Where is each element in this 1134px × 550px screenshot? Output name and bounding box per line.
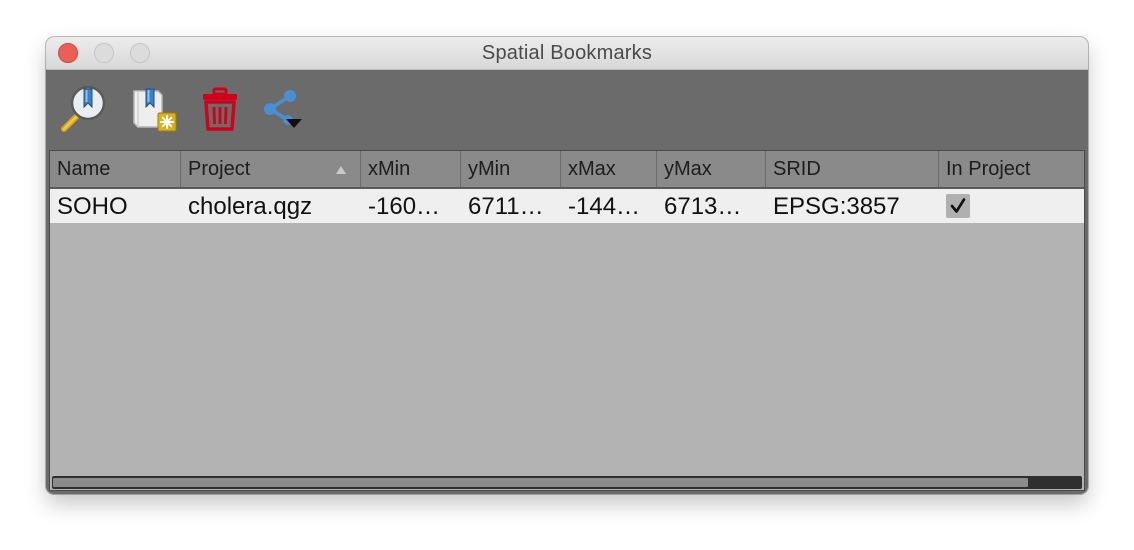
checkmark-icon [950,198,966,213]
column-header-xmin[interactable]: xMin [361,151,461,187]
delete-bookmark-button[interactable] [194,83,246,135]
column-header-xmax[interactable]: xMax [561,151,657,187]
scrollbar-thumb[interactable] [53,478,1028,487]
new-bookmark-icon [133,88,177,132]
column-header-ymax[interactable]: yMax [657,151,766,187]
cell-xmin: -160… [368,193,441,220]
column-header-name[interactable]: Name [50,151,181,187]
column-header-ymin[interactable]: yMin [461,151,561,187]
cell-xmax: -144… [568,193,641,220]
import-export-button[interactable] [256,83,308,135]
sort-ascending-icon [336,166,346,174]
window-title: Spatial Bookmarks [481,42,653,64]
column-header-in-project[interactable]: In Project [939,151,1084,187]
spatial-bookmarks-window: Spatial Bookmarks Name Project xMin yMin… [46,37,1088,494]
zoom-to-bookmark-button[interactable] [58,83,110,135]
horizontal-scrollbar[interactable] [52,476,1082,489]
cell-in-project [939,189,1084,223]
in-project-checkbox[interactable] [946,194,970,218]
table-row[interactable]: SOHO cholera.qgz -160… 6711… -144… 6713…… [50,189,1084,223]
cell-srid: EPSG:3857 [773,193,900,220]
column-header-project[interactable]: Project [181,151,361,187]
new-bookmark-button[interactable] [128,83,180,135]
share-icon [264,90,302,128]
cell-ymin: 6711… [468,193,544,220]
cell-name: SOHO [57,193,128,220]
magnifier-bookmark-icon [61,85,106,132]
toolbar [46,70,1088,148]
bookmarks-table[interactable]: Name Project xMin yMin xMax yMax SRID In… [49,150,1085,491]
trash-icon [203,87,237,131]
title-bar: Spatial Bookmarks [46,37,1088,70]
table-header: Name Project xMin yMin xMax yMax SRID In… [50,151,1084,189]
cell-project: cholera.qgz [188,193,313,220]
cell-ymax: 6713… [664,193,742,220]
column-header-srid[interactable]: SRID [766,151,939,187]
column-header-project-label: Project [188,158,251,180]
